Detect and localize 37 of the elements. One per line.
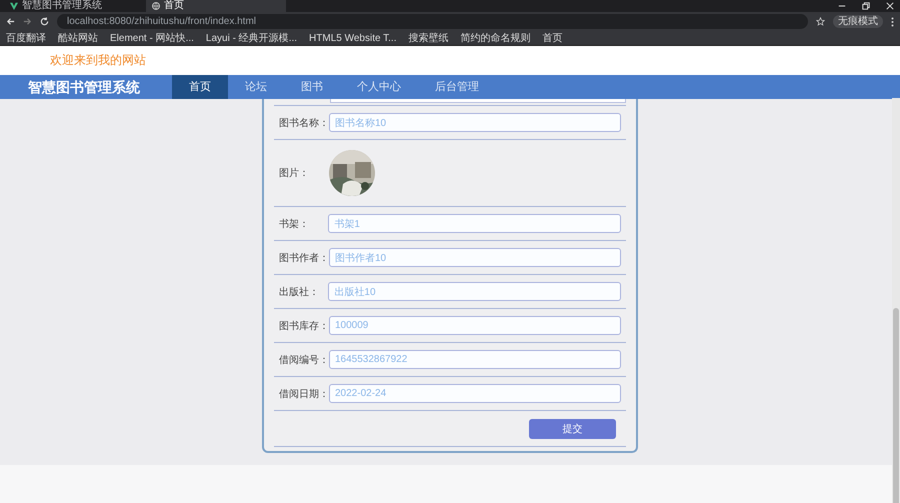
field-label: 图书名称： [279,116,329,130]
site-title: 智慧图书管理系统 [28,78,140,97]
field-label: 图片： [279,166,310,180]
browser-tab[interactable]: 首页 [146,0,286,12]
field-label: 借阅日期： [279,388,329,400]
scrollbar-thumb[interactable] [893,308,899,503]
field-label: 图书作者： [279,252,329,264]
bookmark[interactable]: 百度翻译 [6,32,46,44]
nav-item[interactable]: 后台管理 [418,75,496,99]
nav-item[interactable]: 图书 [284,75,340,99]
bookmark[interactable]: 首页 [542,32,562,44]
bookmark[interactable]: Element - 网站快... [110,32,194,44]
profile-button[interactable]: 无痕模式 [833,15,883,28]
nav-item[interactable]: 首页 [172,75,228,99]
more-icon[interactable] [891,16,894,26]
field-label: 出版社： [279,286,320,298]
forward-icon[interactable] [23,17,32,26]
reload-icon[interactable] [40,17,49,26]
close-icon[interactable] [886,2,894,10]
field-label: 图书库存： [279,320,329,332]
restore-icon[interactable] [862,2,870,10]
bookmark[interactable]: 酷站网站 [58,32,98,44]
submit-button[interactable]: 提交 [529,418,616,438]
back-icon[interactable] [6,17,15,26]
logo-icon [10,2,18,10]
field-label: 借阅编号： [279,354,329,366]
bookmark[interactable]: 搜索壁纸 [408,32,448,44]
bookmark[interactable]: Layui - 经典开源模... [206,32,298,44]
globe-icon [152,2,160,10]
bookmark[interactable]: HTML5 Website T... [309,32,396,44]
welcome-text: 欢迎来到我的网站 [50,52,146,69]
address-field[interactable]: localhost:8080/zhihuitushu/front/index.html [57,14,808,29]
nav-item[interactable]: 论坛 [228,75,284,99]
field-label: 书架： [279,218,310,230]
bookmark[interactable]: 简约的命名规则 [460,32,530,44]
nav-item[interactable]: 个人中心 [340,75,418,99]
star-icon[interactable] [816,17,825,26]
